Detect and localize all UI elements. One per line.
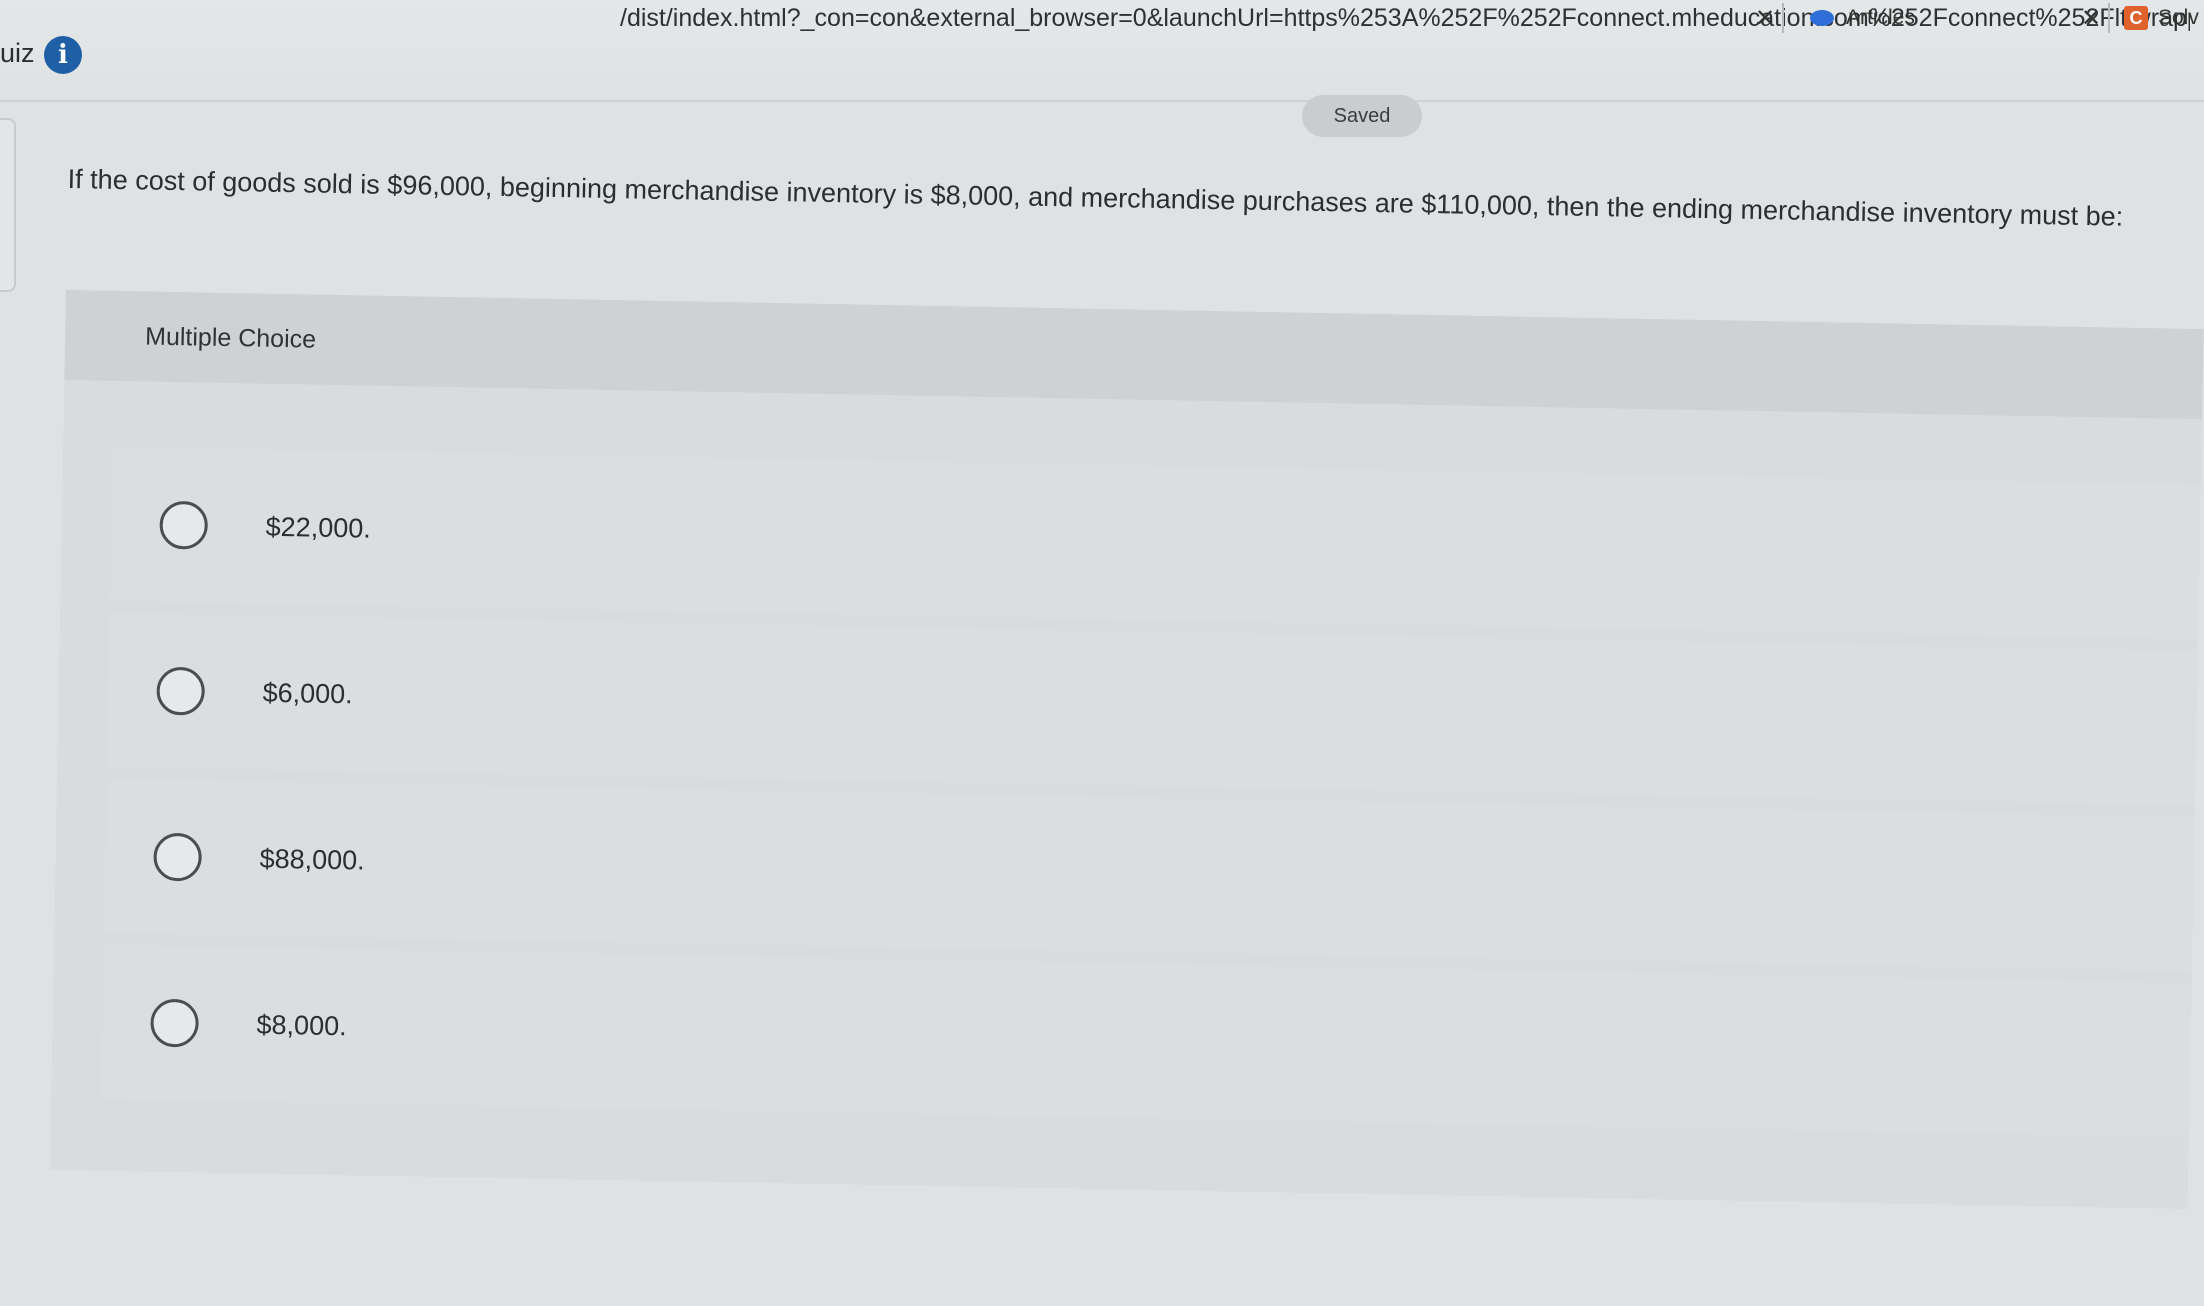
browser-bar: /dist/index.html?_con=con&external_brows… bbox=[0, 0, 2204, 102]
choice-list: $22,000. $6,000. $88,000. $8,000. bbox=[51, 380, 2202, 1143]
tab-solv[interactable]: C Solv bbox=[2110, 6, 2204, 30]
radio-unchecked-icon[interactable] bbox=[159, 500, 209, 550]
chat-bubble-icon bbox=[1810, 10, 1834, 26]
info-icon[interactable]: i bbox=[44, 36, 82, 74]
close-icon[interactable]: ✕ bbox=[2074, 4, 2108, 33]
tab-articles-label: Articles bbox=[1846, 6, 1915, 29]
choice-label[interactable]: $88,000. bbox=[259, 843, 365, 876]
radio-unchecked-icon[interactable] bbox=[153, 832, 203, 882]
multiple-choice-panel: Multiple Choice $22,000. $6,000. $88,000… bbox=[49, 290, 2204, 1210]
choice-label[interactable]: $6,000. bbox=[262, 677, 353, 710]
tab-solv-label: Solv bbox=[2158, 6, 2199, 29]
close-icon[interactable]: ✕ bbox=[1748, 4, 1782, 33]
tab-articles[interactable]: Articles bbox=[1784, 6, 2074, 30]
quiz-title: uiz bbox=[0, 38, 35, 68]
sidebar-edge bbox=[0, 118, 16, 292]
radio-unchecked-icon[interactable] bbox=[156, 666, 206, 716]
chegg-c-icon: C bbox=[2124, 6, 2148, 30]
tab-strip: ✕ Articles ✕ C Solv bbox=[1748, 0, 2204, 36]
choice-label[interactable]: $8,000. bbox=[256, 1009, 347, 1042]
radio-unchecked-icon[interactable] bbox=[150, 998, 200, 1048]
saved-status-badge: Saved bbox=[1302, 95, 1422, 137]
choice-label[interactable]: $22,000. bbox=[265, 511, 371, 544]
question-text: If the cost of goods sold is $96,000, be… bbox=[67, 164, 2124, 232]
